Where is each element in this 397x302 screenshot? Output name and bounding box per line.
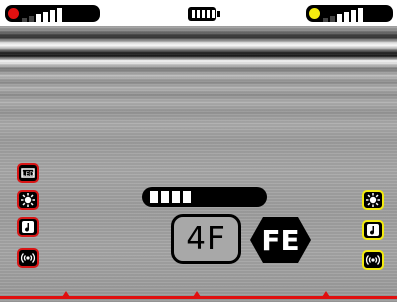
- sound-icon[interactable]: [17, 217, 39, 237]
- left-signal-bars: [22, 5, 62, 22]
- depth-gauge: [142, 187, 267, 207]
- battery-icon: [188, 7, 220, 21]
- right-signal-bars: [323, 5, 363, 22]
- vibration-icon[interactable]: [17, 248, 39, 268]
- right-channel-indicator: [306, 5, 393, 22]
- brightness-icon[interactable]: [17, 190, 39, 210]
- baseline-tick: [322, 291, 330, 297]
- sound-icon[interactable]: [362, 220, 384, 240]
- brightness-icon[interactable]: [362, 190, 384, 210]
- yellow-channel-dot: [309, 8, 320, 19]
- status-bar: [0, 0, 397, 26]
- baseline-tick: [62, 291, 70, 297]
- scanner-display: LED 4F FE: [0, 0, 397, 302]
- mode-label: 4F: [186, 220, 226, 257]
- mode-indicator[interactable]: 4F: [171, 214, 241, 264]
- material-badge: FE: [261, 223, 300, 257]
- left-channel-indicator: [5, 5, 100, 22]
- svg-text:LED: LED: [22, 171, 34, 178]
- vibration-icon[interactable]: [362, 250, 384, 270]
- depth-gauge-fill: [150, 191, 220, 203]
- red-channel-dot: [8, 8, 19, 19]
- led-icon[interactable]: LED: [17, 163, 39, 183]
- baseline-tick: [193, 291, 201, 297]
